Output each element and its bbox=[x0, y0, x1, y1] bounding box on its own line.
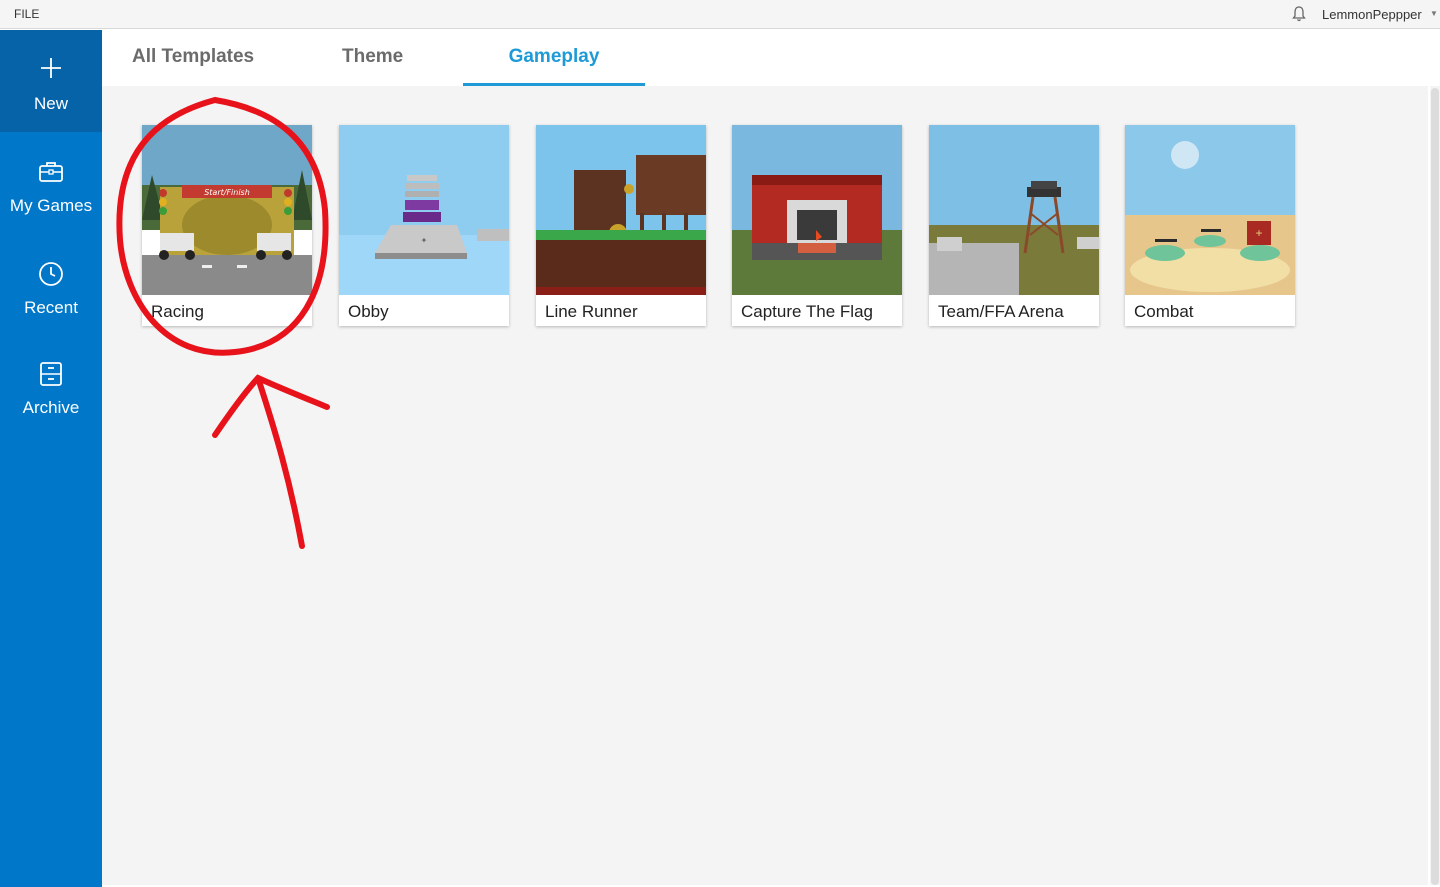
archive-box-icon bbox=[40, 362, 62, 386]
template-card-capture-the-flag[interactable]: Capture The Flag bbox=[732, 125, 902, 326]
racing-banner-text: Start/Finish bbox=[204, 188, 250, 197]
template-card-combat[interactable]: + Combat bbox=[1125, 125, 1295, 326]
team-ffa-arena-thumbnail bbox=[929, 125, 1099, 295]
bell-icon[interactable] bbox=[1290, 5, 1308, 23]
sidebar-item-new[interactable]: New bbox=[0, 30, 102, 132]
line-runner-thumbnail bbox=[536, 125, 706, 295]
template-title: Combat bbox=[1134, 302, 1194, 321]
svg-text:+: + bbox=[1255, 226, 1262, 240]
sidebar-item-recent[interactable]: Recent bbox=[0, 234, 102, 336]
clock-icon bbox=[39, 262, 63, 286]
sidebar: New My Games Recent Archive bbox=[0, 30, 102, 887]
template-title: Capture The Flag bbox=[741, 302, 873, 321]
briefcase-icon bbox=[39, 162, 63, 182]
template-title: Line Runner bbox=[545, 302, 638, 321]
title-bar: FILE LemmonPeppper ▼ bbox=[0, 0, 1440, 29]
racing-thumbnail: Start/Finish bbox=[142, 125, 312, 295]
username[interactable]: LemmonPeppper bbox=[1322, 7, 1422, 22]
svg-text:✦: ✦ bbox=[421, 236, 428, 245]
template-card-obby[interactable]: ✦ Obby bbox=[339, 125, 509, 326]
scrollbar-thumb[interactable] bbox=[1431, 88, 1439, 885]
template-card-line-runner[interactable]: Line Runner bbox=[536, 125, 706, 326]
template-title: Obby bbox=[348, 302, 389, 321]
category-tabs: All Templates Theme Gameplay bbox=[102, 30, 1440, 86]
sidebar-item-label: Recent bbox=[24, 298, 78, 317]
caret-down-icon[interactable]: ▼ bbox=[1430, 9, 1438, 18]
template-card-racing[interactable]: Start/Finish Racing bbox=[142, 125, 312, 326]
plus-icon bbox=[41, 58, 61, 78]
template-card-team-ffa-arena[interactable]: Team/FFA Arena bbox=[929, 125, 1099, 326]
tab-theme[interactable]: Theme bbox=[342, 30, 442, 86]
sidebar-item-label: My Games bbox=[9, 196, 93, 215]
sidebar-item-my-games[interactable]: My Games bbox=[0, 132, 102, 234]
combat-thumbnail: + bbox=[1125, 125, 1295, 295]
vertical-scrollbar[interactable] bbox=[1430, 86, 1440, 885]
tab-gameplay[interactable]: Gameplay bbox=[463, 30, 645, 86]
file-menu[interactable]: FILE bbox=[14, 7, 39, 21]
sidebar-item-label: New bbox=[33, 94, 68, 113]
capture-the-flag-thumbnail bbox=[732, 125, 902, 295]
template-title: Team/FFA Arena bbox=[938, 302, 1064, 321]
obby-thumbnail: ✦ bbox=[339, 125, 509, 295]
sidebar-item-label: Archive bbox=[22, 398, 80, 417]
tab-all-templates[interactable]: All Templates bbox=[132, 30, 272, 86]
sidebar-item-archive[interactable]: Archive bbox=[0, 336, 102, 438]
template-title: Racing bbox=[151, 302, 204, 321]
